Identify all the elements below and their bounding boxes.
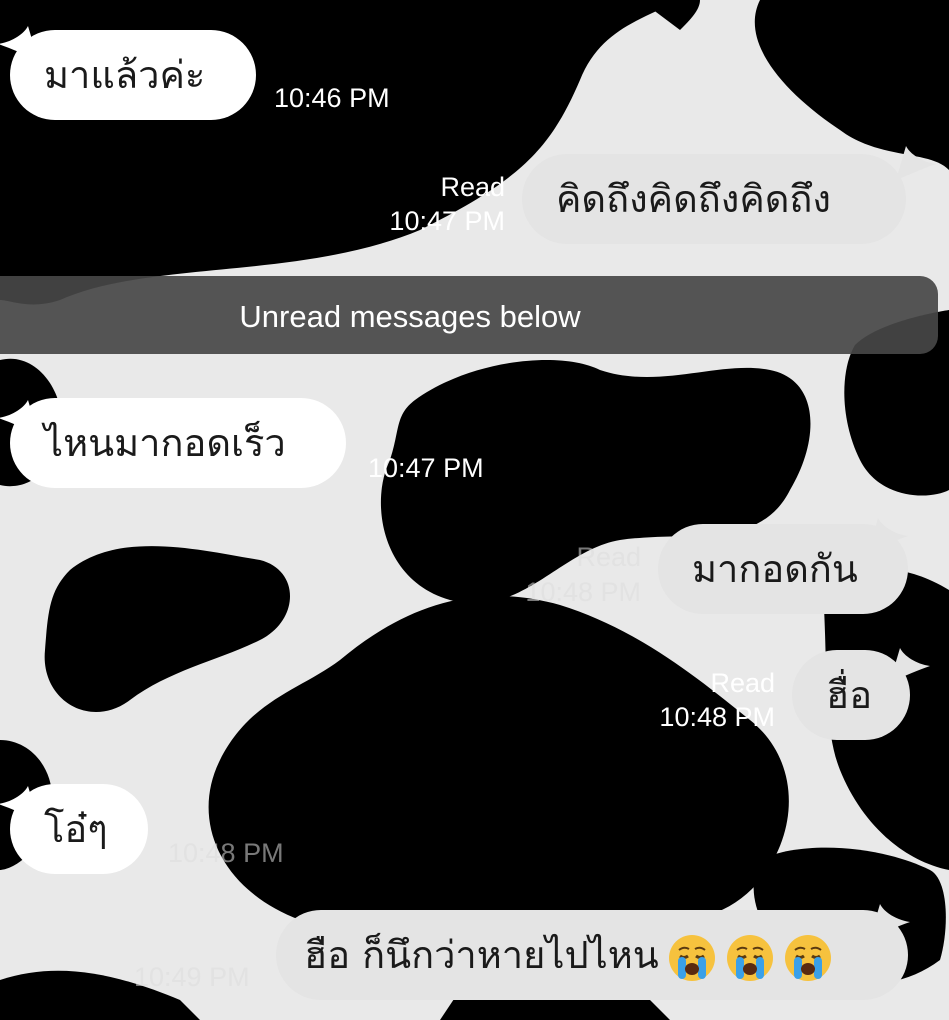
message-time: 10:48 PM [659,702,775,732]
incoming-message-bubble[interactable]: มาแล้วค่ะ [10,30,256,120]
message-text: คิดถึงคิดถึงคิดถึง [556,177,831,221]
read-status: Read [440,172,505,202]
message-text: มากอดกัน [692,547,858,591]
crying-face-icon [784,934,831,981]
unread-divider-label: Unread messages below [239,299,581,334]
message-text: มาแล้วค่ะ [44,53,206,97]
message-text: ฮื่อ [826,673,873,717]
message-text: ฮือ ก็นึกว่าหายไปไหน [304,933,659,977]
message-time: 10:47 PM [368,453,484,483]
message-text: โอ๋ๆ [44,807,108,851]
outgoing-message-bubble[interactable]: ฮื่อ [792,650,910,740]
message-text: ไหนมากอดเร็ว [44,421,286,465]
read-status: Read [710,668,775,698]
message-time: 10:46 PM [274,83,390,113]
message-time: 10:49 PM [134,962,250,992]
incoming-message-bubble[interactable]: โอ๋ๆ [10,784,148,874]
crying-face-icon [726,934,773,981]
unread-messages-divider: Unread messages below [0,276,938,354]
message-time: 10:48 PM [525,577,641,607]
outgoing-message-bubble[interactable]: มากอดกัน [658,524,908,614]
message-time: 10:47 PM [389,206,505,236]
outgoing-bubble-tail [896,146,936,180]
outgoing-message-bubble[interactable]: คิดถึงคิดถึงคิดถึง [522,154,906,244]
cow-print-wallpaper [0,0,949,1020]
incoming-message-bubble[interactable]: ไหนมากอดเร็ว [10,398,346,488]
message-time: 10:48 PM [168,838,284,868]
outgoing-message-bubble[interactable]: ฮือ ก็นึกว่าหายไปไหน [276,910,908,1000]
read-status: Read [576,542,641,572]
crying-face-icon [668,934,715,981]
